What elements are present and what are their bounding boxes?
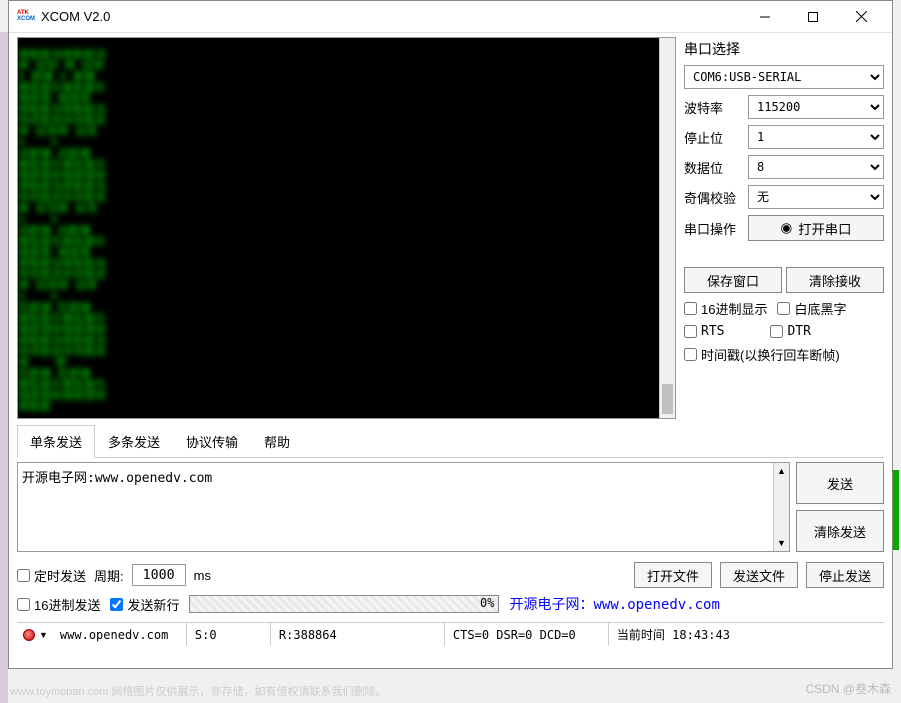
maximize-button[interactable] xyxy=(790,2,836,32)
hex-display-checkbox[interactable]: 16进制显示 xyxy=(684,299,767,318)
dtr-checkbox[interactable]: DTR xyxy=(770,324,810,339)
status-sent: S:0 xyxy=(186,623,266,646)
stopbit-label: 停止位 xyxy=(684,128,742,147)
statusbar: ▼ www.openedv.com S:0 R:388864 CTS=0 DSR… xyxy=(17,622,884,646)
progress-text: 0% xyxy=(480,596,494,610)
send-scrollbar[interactable]: ▲ ▼ xyxy=(773,463,789,551)
status-menu-dropdown[interactable]: ▼ xyxy=(39,630,48,640)
port-section-label: 串口选择 xyxy=(684,39,884,59)
send-tabs: 单条发送 多条发送 协议传输 帮助 xyxy=(17,425,884,458)
send-file-button[interactable]: 发送文件 xyxy=(720,562,798,588)
app-icon: ATKXCOM xyxy=(17,10,35,24)
baud-select[interactable]: 115200 xyxy=(748,95,884,119)
watermark-left: www.toymoban.com 网络图片仅供展示，非存储，如有侵权请联系我们删… xyxy=(10,683,386,699)
databit-label: 数据位 xyxy=(684,158,742,177)
timed-send-checkbox[interactable]: 定时发送 xyxy=(17,566,86,585)
progress-bar: 0% xyxy=(189,595,499,613)
minimize-button[interactable] xyxy=(742,2,788,32)
parity-select[interactable]: 无 xyxy=(748,185,884,209)
clear-receive-button[interactable]: 清除接收 xyxy=(786,267,884,293)
app-window: ATKXCOM XCOM V2.0 捧勘敞洵捧勘敞洵捧 挞镑 捧 挞镑h 郡缣 … xyxy=(8,0,893,669)
period-input[interactable] xyxy=(132,564,186,586)
window-title: XCOM V2.0 xyxy=(41,9,742,24)
status-url[interactable]: www.openedv.com xyxy=(52,623,182,646)
port-select[interactable]: COM6:USB-SERIAL xyxy=(684,65,884,89)
close-button[interactable] xyxy=(838,2,884,32)
databit-select[interactable]: 8 xyxy=(748,155,884,179)
side-panel: 串口选择 COM6:USB-SERIAL 波特率 115200 停止位 1 数据… xyxy=(684,37,884,419)
receive-terminal[interactable]: 捧勘敞洵捧勘敞洵捧 挞镑 捧 挞镑h 郡缣 h 郡缣徽医握乐徽医握乐椯掳搂 椯掳… xyxy=(17,37,676,419)
period-unit: ms xyxy=(194,568,211,583)
port-state-icon: ◉ xyxy=(781,220,793,236)
terminal-scrollbar[interactable] xyxy=(659,38,675,418)
stop-send-button[interactable]: 停止发送 xyxy=(806,562,884,588)
save-window-button[interactable]: 保存窗口 xyxy=(684,267,782,293)
tab-single-send[interactable]: 单条发送 xyxy=(17,425,95,458)
timestamp-checkbox[interactable]: 时间戳(以换行回车断帧) xyxy=(684,345,884,364)
white-bg-checkbox[interactable]: 白底黑字 xyxy=(777,299,846,318)
titlebar: ATKXCOM XCOM V2.0 xyxy=(9,1,892,33)
period-label: 周期: xyxy=(94,566,124,585)
openedv-link[interactable]: 开源电子网：www.openedv.com xyxy=(509,594,719,614)
rts-checkbox[interactable]: RTS xyxy=(684,324,724,339)
tab-help[interactable]: 帮助 xyxy=(251,425,303,458)
tab-multi-send[interactable]: 多条发送 xyxy=(95,425,173,458)
open-file-button[interactable]: 打开文件 xyxy=(634,562,712,588)
watermark: CSDN @叁木森 xyxy=(805,680,891,697)
baud-label: 波特率 xyxy=(684,98,742,117)
port-op-label: 串口操作 xyxy=(684,219,742,238)
tab-protocol[interactable]: 协议传输 xyxy=(173,425,251,458)
send-button[interactable]: 发送 xyxy=(796,462,884,504)
parity-label: 奇偶校验 xyxy=(684,188,742,207)
status-dot-icon xyxy=(23,629,35,641)
send-textarea[interactable] xyxy=(18,463,773,551)
clear-send-button[interactable]: 清除发送 xyxy=(796,510,884,552)
scroll-down-icon[interactable]: ▼ xyxy=(774,535,789,551)
stopbit-select[interactable]: 1 xyxy=(748,125,884,149)
status-time: 当前时间 18:43:43 xyxy=(608,623,878,646)
hex-send-checkbox[interactable]: 16进制发送 xyxy=(17,595,100,614)
open-port-button[interactable]: ◉ 打开串口 xyxy=(748,215,884,241)
terminal-output: 捧勘敞洵捧勘敞洵捧 挞镑 捧 挞镑h 郡缣 h 郡缣徽医握乐徽医握乐椯掳搂 椯掳… xyxy=(18,38,675,419)
status-received: R:388864 xyxy=(270,623,440,646)
scroll-up-icon[interactable]: ▲ xyxy=(774,463,789,479)
send-newline-checkbox[interactable]: 发送新行 xyxy=(110,595,179,614)
status-signals: CTS=0 DSR=0 DCD=0 xyxy=(444,623,604,646)
